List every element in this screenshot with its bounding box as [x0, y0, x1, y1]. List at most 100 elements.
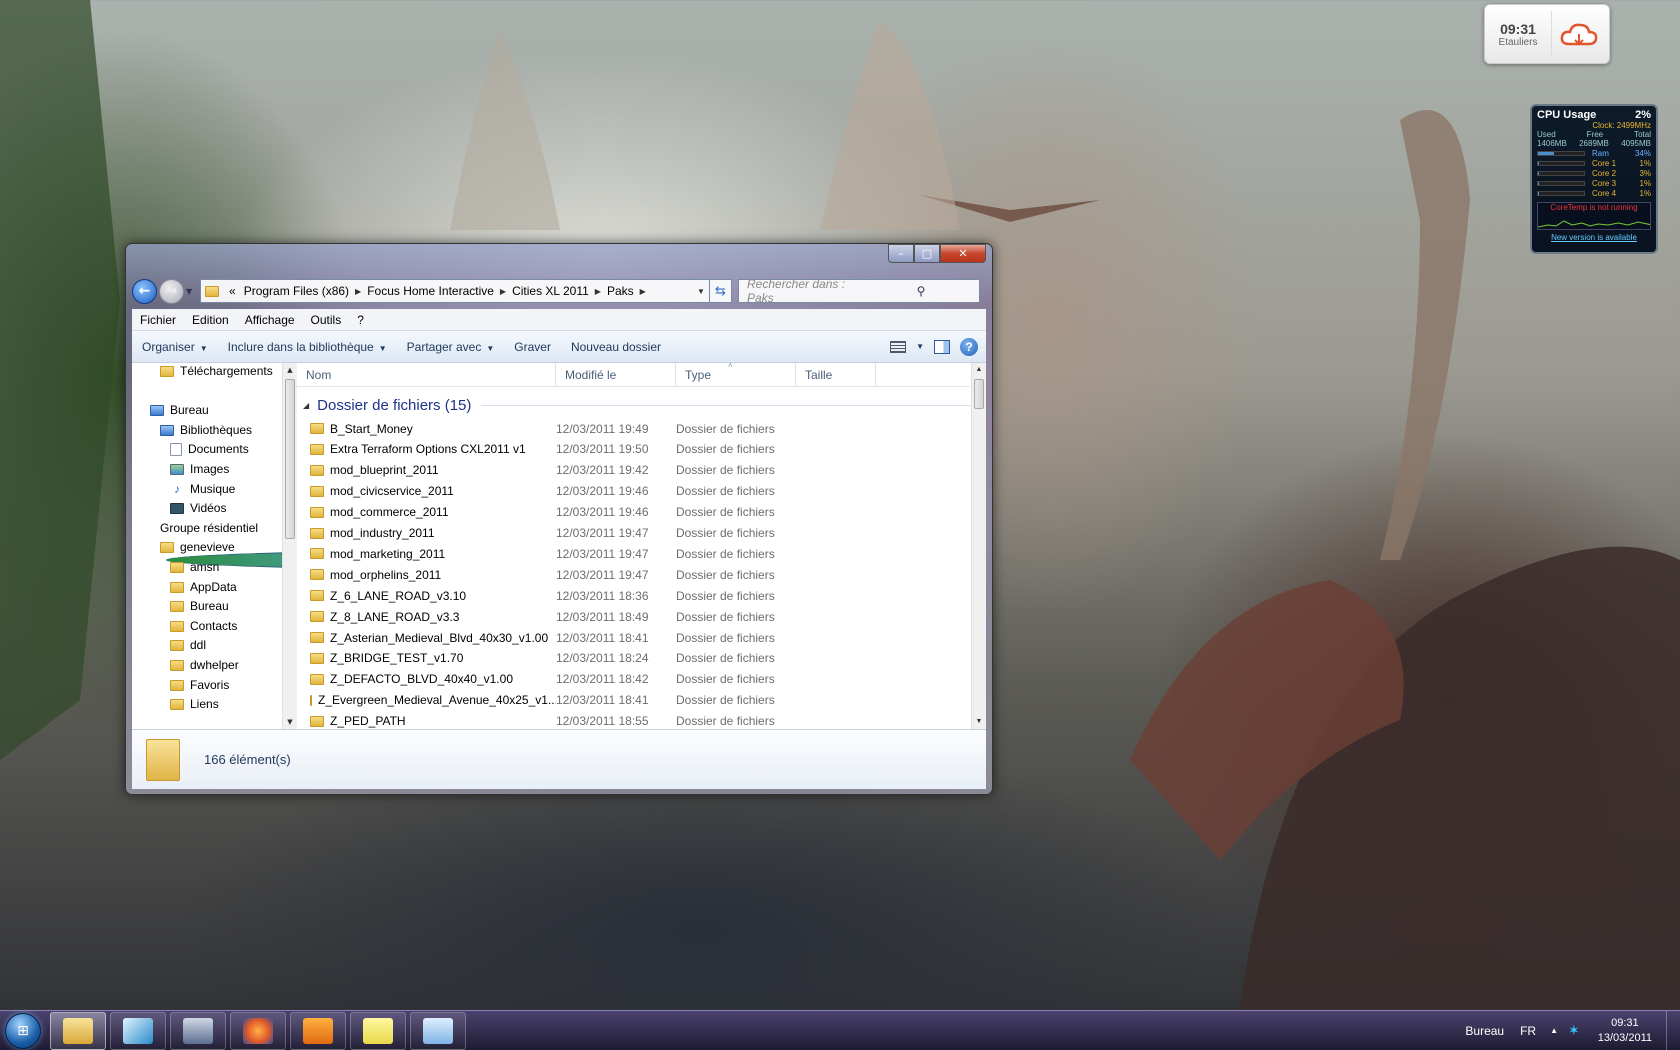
scroll-thumb[interactable]: [285, 379, 295, 539]
scroll-up-icon[interactable]: ▲: [972, 363, 986, 377]
file-row[interactable]: mod_orphelins_2011 12/03/2011 19:47 Dossie…: [297, 564, 977, 585]
menu-file[interactable]: Fichier: [132, 313, 184, 327]
refresh-button[interactable]: ⇆: [710, 279, 732, 303]
file-row[interactable]: Z_BRIDGE_TEST_v1.70 12/03/2011 18:24 Dossi…: [297, 648, 977, 669]
file-row[interactable]: mod_industry_2011 12/03/2011 19:47 Dossier…: [297, 523, 977, 544]
show-desktop-button[interactable]: [1666, 1010, 1680, 1050]
tree-item[interactable]: ddl: [170, 635, 206, 655]
minimize-button[interactable]: –: [888, 244, 914, 263]
tree-item[interactable]: ♪ Musique: [170, 479, 235, 499]
preview-pane-icon[interactable]: [934, 339, 950, 354]
help-icon[interactable]: ?: [960, 337, 978, 356]
taskbar-button-firefox[interactable]: [230, 1011, 286, 1050]
tree-item[interactable]: Bureau: [170, 596, 229, 616]
taskbar-clock[interactable]: 09:31 13/03/2011: [1598, 1016, 1652, 1046]
file-name-cell[interactable]: Z_Evergreen_Medieval_Avenue_40x25_v1....: [297, 693, 556, 707]
tree-item[interactable]: dwhelper: [170, 655, 239, 675]
file-name-cell[interactable]: Z_DEFACTO_BLVD_40x40_v1.00: [297, 672, 556, 686]
tree-item[interactable]: Vidéos: [170, 498, 226, 518]
close-button[interactable]: ✕: [940, 244, 986, 263]
tree-item[interactable]: AppData: [170, 577, 237, 597]
file-name-cell[interactable]: mod_blueprint_2011: [297, 463, 556, 477]
address-bar[interactable]: « Program Files (x86) ▶ Focus Home Intera…: [200, 279, 710, 303]
menu-edit[interactable]: Edition: [184, 313, 237, 327]
search-placeholder[interactable]: Rechercher dans : Paks: [747, 277, 863, 305]
menu-view[interactable]: Affichage: [237, 313, 303, 327]
file-row[interactable]: Z_8_LANE_ROAD_v3.3 12/03/2011 18:49 Dossie…: [297, 606, 977, 627]
search-icon[interactable]: ⚲: [863, 284, 979, 298]
column-name[interactable]: Nom: [297, 362, 556, 387]
column-modified[interactable]: Modifié le: [556, 362, 676, 387]
file-name-cell[interactable]: mod_commerce_2011: [297, 505, 556, 519]
address-dropdown-icon[interactable]: ▼: [693, 287, 709, 296]
breadcrumb-chevron-icon[interactable]: ▶: [353, 287, 363, 296]
navigation-pane-scrollbar[interactable]: ▲ ▼: [282, 363, 297, 729]
desktop-toolbar[interactable]: Bureau: [1465, 1024, 1504, 1038]
file-row[interactable]: mod_civicservice_2011 12/03/2011 19:46 Dos…: [297, 481, 977, 502]
group-collapse-icon[interactable]: ◢: [303, 401, 309, 410]
explorer-window[interactable]: – □ ✕ ← → ▼ « Program Files (x86) ▶ Focus…: [125, 243, 993, 795]
address-overflow[interactable]: «: [225, 284, 240, 298]
tree-item[interactable]: Favoris: [170, 675, 229, 695]
file-name-cell[interactable]: Z_PED_PATH: [297, 714, 556, 728]
scroll-down-icon[interactable]: ▼: [283, 715, 297, 729]
file-name-cell[interactable]: Z_6_LANE_ROAD_v3.10: [297, 589, 556, 603]
file-row[interactable]: Extra Terraform Options CXL2011 v1 12/03/…: [297, 439, 977, 460]
tree-item[interactable]: Téléchargements: [160, 363, 273, 381]
maximize-button[interactable]: □: [914, 244, 940, 263]
file-row[interactable]: B_Start_Money 12/03/2011 19:49 Dossier de …: [297, 418, 977, 439]
breadcrumb-chevron-icon[interactable]: ▶: [638, 287, 648, 296]
show-hidden-icons-icon[interactable]: ▲: [1550, 1026, 1558, 1035]
scroll-up-icon[interactable]: ▲: [283, 363, 297, 377]
share-with-button[interactable]: Partager avec ▼: [397, 340, 505, 354]
tree-item[interactable]: Liens: [170, 694, 219, 714]
include-in-library-button[interactable]: Inclure dans la bibliothèque ▼: [218, 340, 397, 354]
view-dropdown-icon[interactable]: ▼: [916, 342, 924, 351]
file-name-cell[interactable]: mod_marketing_2011: [297, 547, 556, 561]
breadcrumb-chevron-icon[interactable]: ▶: [593, 287, 603, 296]
tree-item[interactable]: genevieve: [160, 537, 235, 557]
search-box[interactable]: Rechercher dans : Paks ⚲: [738, 277, 980, 305]
breadcrumb-segment[interactable]: Paks: [603, 284, 638, 298]
tree-item[interactable]: amsn: [170, 557, 219, 577]
tree-item[interactable]: Contacts: [170, 616, 237, 636]
tree-item[interactable]: Groupe résidentiel: [160, 518, 282, 570]
tree-item[interactable]: Documents: [170, 439, 249, 459]
menu-help[interactable]: ?: [349, 313, 372, 327]
menu-tools[interactable]: Outils: [303, 313, 350, 327]
file-row[interactable]: mod_blueprint_2011 12/03/2011 19:42 Dossie…: [297, 460, 977, 481]
file-name-cell[interactable]: mod_industry_2011: [297, 526, 556, 540]
taskbar-button-explorer[interactable]: [50, 1011, 106, 1050]
new-version-link[interactable]: New version is available: [1537, 233, 1651, 242]
file-row[interactable]: Z_Asterian_Medieval_Blvd_40x30_v1.00 12/0…: [297, 627, 977, 648]
tree-item[interactable]: Images: [170, 459, 229, 479]
breadcrumb-segment[interactable]: Program Files (x86): [240, 284, 353, 298]
forward-button[interactable]: →: [159, 278, 184, 304]
language-indicator[interactable]: FR: [1520, 1024, 1536, 1038]
file-row[interactable]: Z_Evergreen_Medieval_Avenue_40x25_v1....…: [297, 690, 977, 711]
file-list-scrollbar[interactable]: ▲ ▼: [971, 363, 986, 729]
file-row[interactable]: mod_commerce_2011 12/03/2011 19:46 Dossier…: [297, 502, 977, 523]
burn-button[interactable]: Graver: [504, 340, 561, 354]
column-size[interactable]: Taille: [796, 362, 876, 387]
back-button[interactable]: ←: [132, 278, 157, 304]
file-row[interactable]: Z_6_LANE_ROAD_v3.10 12/03/2011 18:36 Dossi…: [297, 585, 977, 606]
file-name-cell[interactable]: mod_orphelins_2011: [297, 568, 556, 582]
clock-gadget[interactable]: 09:31 Etauliers: [1484, 4, 1610, 64]
breadcrumb-chevron-icon[interactable]: ▶: [498, 287, 508, 296]
new-folder-button[interactable]: Nouveau dossier: [561, 340, 671, 354]
file-name-cell[interactable]: Z_Asterian_Medieval_Blvd_40x30_v1.00: [297, 631, 556, 645]
breadcrumb-segment[interactable]: Focus Home Interactive: [363, 284, 498, 298]
taskbar-button-snipping-tool[interactable]: [410, 1011, 466, 1050]
breadcrumb-segment[interactable]: Cities XL 2011: [508, 284, 593, 298]
organize-button[interactable]: Organiser ▼: [132, 340, 218, 354]
file-name-cell[interactable]: Extra Terraform Options CXL2011 v1: [297, 442, 556, 456]
tree-item[interactable]: Bibliothèques: [160, 420, 252, 440]
start-button[interactable]: ⊞: [0, 1011, 46, 1050]
file-name-cell[interactable]: B_Start_Money: [297, 422, 556, 436]
scroll-thumb[interactable]: [974, 379, 984, 409]
taskbar-button-network-app[interactable]: [170, 1011, 226, 1050]
file-name-cell[interactable]: Z_8_LANE_ROAD_v3.3: [297, 610, 556, 624]
taskbar-button-feather-app[interactable]: [110, 1011, 166, 1050]
tree-item[interactable]: Bureau: [150, 400, 209, 420]
